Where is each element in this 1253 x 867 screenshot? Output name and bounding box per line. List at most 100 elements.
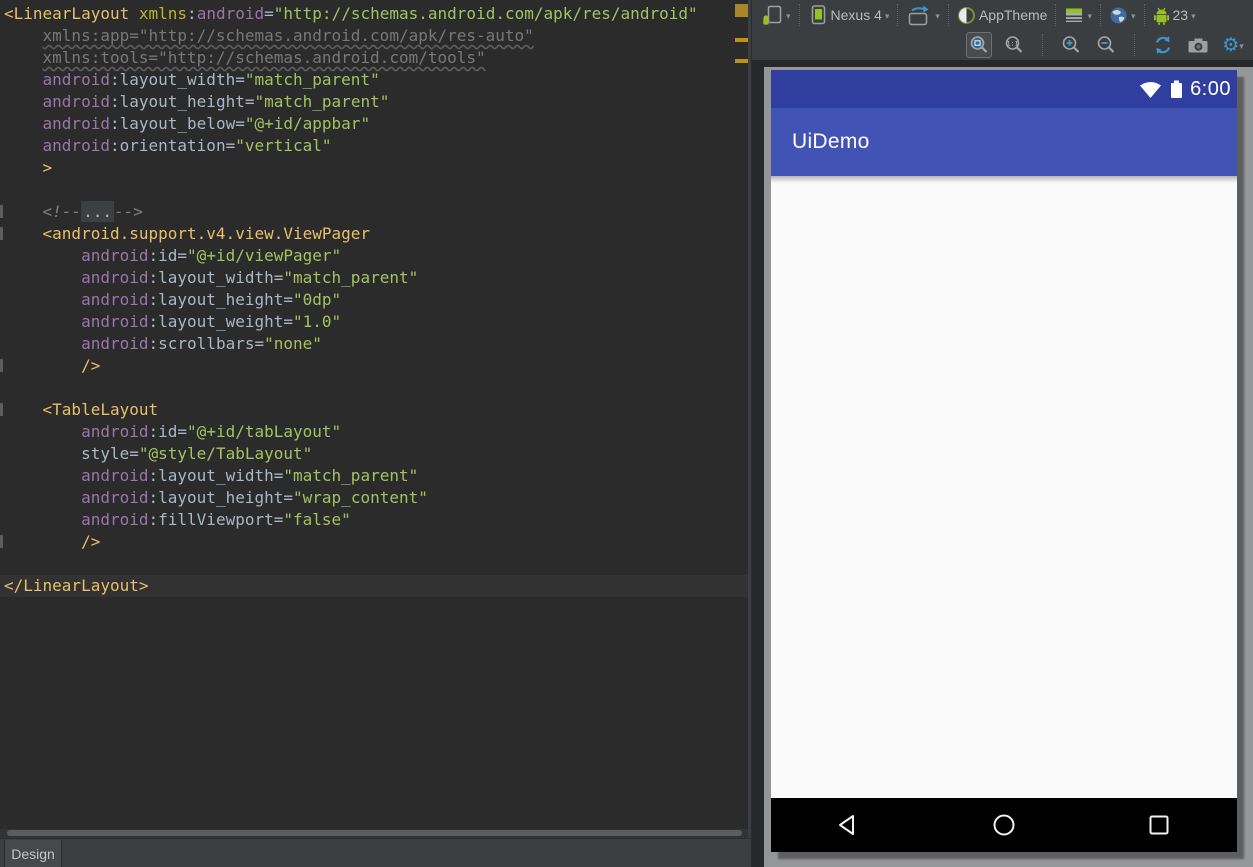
code-token-val: "vertical" bbox=[235, 136, 332, 155]
chevron-down-icon: ▾ bbox=[1239, 40, 1244, 51]
code-line[interactable]: > bbox=[0, 157, 748, 179]
toolbar-separator bbox=[1055, 4, 1057, 26]
code-line[interactable]: </LinearLayout> bbox=[0, 575, 748, 597]
refresh-button[interactable] bbox=[1150, 32, 1176, 58]
activity-picker[interactable]: ▾ bbox=[1062, 2, 1094, 28]
device-picker[interactable]: Nexus 4 ▾ bbox=[806, 2, 892, 28]
orientation-picker[interactable]: ▾ bbox=[904, 2, 942, 28]
code-line[interactable]: android:id="@+id/tabLayout" bbox=[0, 421, 748, 443]
code-token-ns: android bbox=[81, 290, 149, 309]
code-line[interactable]: android:layout_below="@+id/appbar" bbox=[0, 113, 748, 135]
zoom-in-button[interactable] bbox=[1058, 32, 1084, 58]
fold-marker[interactable] bbox=[0, 535, 3, 548]
code-token-plain: : bbox=[148, 422, 159, 441]
code-token-comment: --> bbox=[113, 202, 143, 221]
code-line[interactable]: android:layout_height="wrap_content" bbox=[0, 487, 748, 509]
configuration-picker[interactable]: ▾ bbox=[759, 2, 793, 28]
code-token-val: "match_parent" bbox=[244, 70, 380, 89]
code-line[interactable]: /> bbox=[0, 531, 748, 553]
code-line[interactable]: <LinearLayout xmlns:android="http://sche… bbox=[0, 3, 748, 25]
xml-editor[interactable]: <LinearLayout xmlns:android="http://sche… bbox=[0, 0, 751, 867]
design-canvas[interactable]: 6:00 UiDemo bbox=[752, 60, 1253, 867]
preview-app-bar[interactable]: UiDemo bbox=[771, 108, 1237, 176]
code-line[interactable]: android:layout_height="match_parent" bbox=[0, 91, 748, 113]
rendered-device-screen[interactable]: 6:00 UiDemo bbox=[771, 70, 1237, 852]
code-line[interactable]: android:fillViewport="false" bbox=[0, 509, 748, 531]
code-token-plain: = bbox=[273, 510, 284, 529]
preview-settings-button[interactable]: ⚙ ▾ bbox=[1220, 32, 1246, 58]
inspection-status-icon[interactable] bbox=[735, 4, 748, 17]
code-token-plain: = bbox=[273, 466, 284, 485]
code-token-attr: layout_width bbox=[158, 268, 274, 287]
recents-square-icon bbox=[1149, 815, 1169, 835]
chevron-down-icon: ▾ bbox=[935, 10, 940, 21]
zoom-to-fit-button[interactable] bbox=[966, 32, 992, 58]
api-version-picker[interactable]: 23 ▾ bbox=[1151, 2, 1198, 28]
code-line[interactable]: style="@style/TabLayout" bbox=[0, 443, 748, 465]
code-line[interactable]: <TableLayout bbox=[0, 399, 748, 421]
nav-back-button[interactable] bbox=[771, 811, 926, 839]
fold-marker[interactable] bbox=[0, 359, 3, 372]
fold-marker[interactable] bbox=[0, 205, 3, 218]
code-line[interactable]: xmlns:app="http://schemas.android.com/ap… bbox=[0, 25, 748, 47]
zoom-actual-size-button[interactable]: 1:1 bbox=[1001, 32, 1027, 58]
scrollbar-thumb[interactable] bbox=[7, 830, 742, 836]
toolbar-separator bbox=[897, 4, 899, 26]
app-title: UiDemo bbox=[792, 130, 870, 153]
code-line[interactable] bbox=[0, 377, 748, 399]
code-line[interactable]: android:scrollbars="none" bbox=[0, 333, 748, 355]
code-token-val: "@+id/tabLayout" bbox=[187, 422, 342, 441]
gear-icon: ⚙ bbox=[1222, 33, 1240, 56]
horizontal-scrollbar[interactable] bbox=[0, 829, 748, 838]
screenshot-button[interactable] bbox=[1185, 32, 1211, 58]
chevron-down-icon: ▾ bbox=[1087, 10, 1092, 21]
code-token-plain: = bbox=[235, 70, 245, 89]
preview-navigation-bar[interactable] bbox=[771, 798, 1237, 852]
fold-marker[interactable] bbox=[0, 227, 3, 240]
code-line[interactable]: android:orientation="vertical" bbox=[0, 135, 748, 157]
code-token-ns: android bbox=[81, 466, 149, 485]
code-line[interactable]: android:layout_width="match_parent" bbox=[0, 465, 748, 487]
code-token-attr: style bbox=[81, 444, 130, 463]
code-line[interactable]: /> bbox=[0, 355, 748, 377]
code-token-plain: : bbox=[148, 334, 159, 353]
theme-icon bbox=[957, 6, 975, 24]
code-line[interactable]: <!--... --> bbox=[0, 201, 748, 223]
code-token-val: "wrap_content" bbox=[293, 488, 428, 507]
nav-home-button[interactable] bbox=[926, 811, 1081, 839]
code-token-ns: android bbox=[196, 4, 265, 23]
code-token-ns: android bbox=[81, 246, 149, 265]
preview-status-bar[interactable]: 6:00 bbox=[771, 70, 1237, 108]
code-line[interactable] bbox=[0, 553, 748, 575]
nav-recents-button[interactable] bbox=[1082, 811, 1237, 839]
tab-design-label: Design bbox=[11, 846, 55, 862]
locale-picker[interactable]: ▾ bbox=[1107, 2, 1138, 28]
code-token-plain: = bbox=[254, 334, 265, 353]
code-line[interactable]: android:layout_width="match_parent" bbox=[0, 267, 748, 289]
code-token-ns: android bbox=[81, 488, 149, 507]
code-line[interactable]: android:layout_width="match_parent" bbox=[0, 69, 748, 91]
api-level-label: 23 bbox=[1172, 7, 1189, 23]
code-line[interactable]: android:layout_height="0dp" bbox=[0, 289, 748, 311]
fold-marker[interactable] bbox=[0, 403, 3, 416]
zoom-out-button[interactable] bbox=[1093, 32, 1119, 58]
code-line[interactable] bbox=[0, 179, 748, 201]
code-token-ns: android bbox=[81, 334, 149, 353]
code-line[interactable]: xmlns:tools="http://schemas.android.com/… bbox=[0, 47, 748, 69]
code-line[interactable]: android:layout_weight="1.0" bbox=[0, 311, 748, 333]
code-line[interactable]: <android.support.v4.view.ViewPager bbox=[0, 223, 748, 245]
chevron-down-icon: ▾ bbox=[1130, 10, 1136, 21]
zoom-out-icon bbox=[1097, 36, 1115, 53]
preview-content-area[interactable] bbox=[771, 176, 1237, 798]
theme-picker[interactable]: AppTheme bbox=[955, 2, 1049, 28]
code-token-attr: fillViewport bbox=[158, 510, 274, 529]
tab-design[interactable]: Design bbox=[4, 840, 62, 867]
code-line[interactable]: android:id="@+id/viewPager" bbox=[0, 245, 748, 267]
